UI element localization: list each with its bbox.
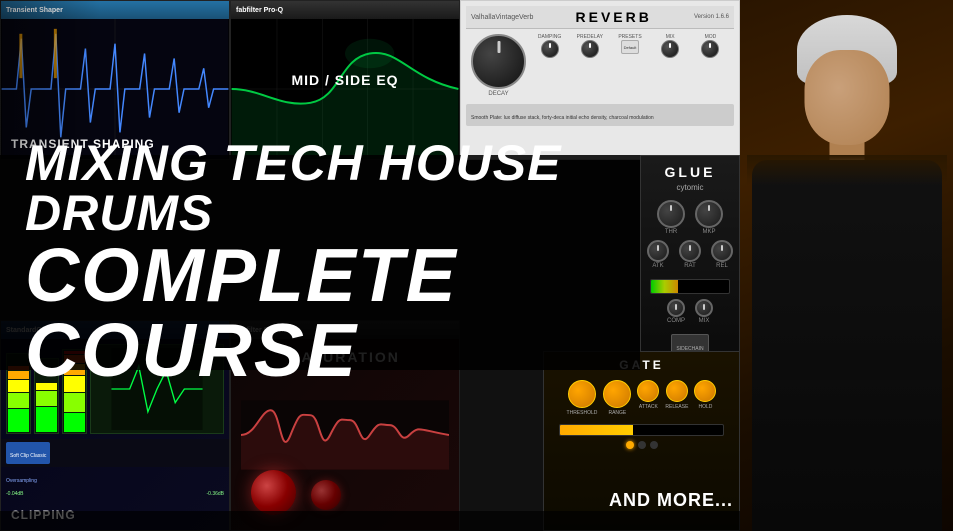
glue-comp-label: COMP (667, 318, 685, 324)
mideq-label: MID / SIDE EQ (291, 72, 398, 88)
mideq-header-title: fabfilter Pro-Q (236, 7, 283, 14)
glue-ratio-label: RAT (684, 263, 696, 269)
glue-release-label: REL (716, 263, 728, 269)
gate-attack-label: ATTACK (639, 404, 658, 410)
saturation-sphere2 (311, 480, 341, 510)
reverb-brand: ValhallaVintageVerb (471, 14, 533, 21)
plugin-glue: GLUE cytomic THR MKP ATK RAT REL (640, 155, 740, 370)
gate-release-label: RELEASE (665, 404, 688, 410)
gate-threshold-label: THRESHOLD (567, 410, 598, 416)
glue-threshold-label: THR (665, 229, 677, 235)
person-area (740, 0, 953, 531)
person-silhouette (740, 0, 953, 531)
reverb-decay-label: DECAY (488, 91, 508, 97)
reverb-title-text: REVERB (576, 9, 652, 25)
title-line2: COMPLETE COURSE (25, 238, 615, 388)
gate-led1 (626, 441, 634, 449)
gate-range-label: RANGE (608, 410, 626, 416)
clipping-level-out: -0.36dB (206, 491, 224, 497)
gate-led3 (650, 441, 658, 449)
transient-plugin-header: Transient Shaper (6, 7, 63, 14)
glue-makeup-label: MKP (702, 229, 715, 235)
and-more-text: AND MORE... (609, 490, 733, 511)
saturation-sphere (251, 470, 296, 515)
glue-mix-label: MIX (699, 318, 710, 324)
glue-brand: cytomic (676, 183, 703, 192)
reverb-description: Smooth Plate: lux diffuse stack, forty-d… (471, 115, 654, 121)
gate-hold-label: HOLD (699, 404, 713, 410)
clipping-softclip-label: Soft Clip Classic (10, 453, 46, 459)
clipping-oversampling-label: Oversampling (6, 478, 37, 484)
glue-title: GLUE (665, 164, 716, 180)
saturation-waveform-svg (241, 400, 449, 470)
title-area: MIXING TECH HOUSE DRUMS COMPLETE COURSE (0, 155, 640, 370)
clipping-label: CLIPPING (11, 508, 76, 522)
glue-attack-label: ATK (652, 263, 663, 269)
reverb-preset-value: Default (624, 45, 637, 50)
gate-led2 (638, 441, 646, 449)
title-line1: MIXING TECH HOUSE DRUMS (25, 138, 615, 238)
reverb-version: Version 1.6.6 (694, 14, 729, 20)
clipping-level-in: -0.04dB (6, 491, 24, 497)
